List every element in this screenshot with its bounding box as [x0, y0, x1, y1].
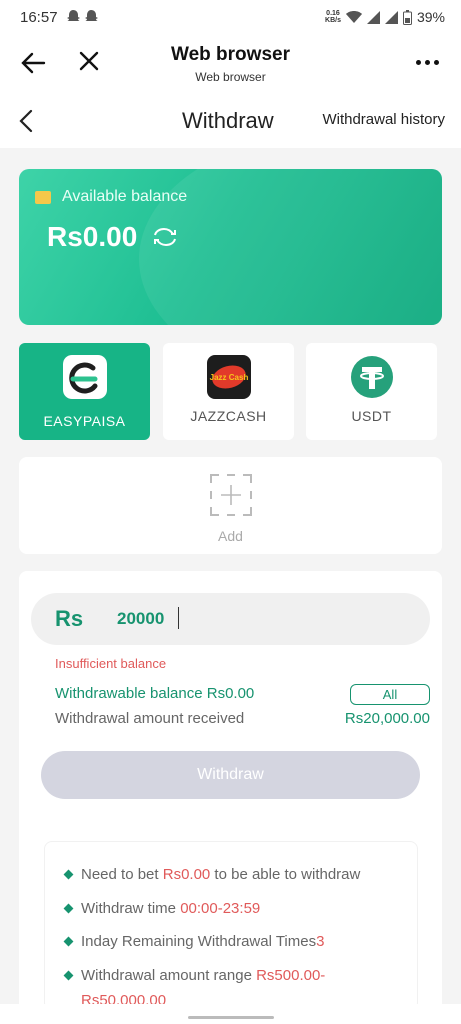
chevron-left-icon[interactable] — [18, 109, 34, 138]
rule-item: Need to bet Rs0.00 to be able to withdra… — [63, 862, 405, 887]
browser-subtitle: Web browser — [195, 70, 266, 84]
text-caret — [178, 607, 179, 629]
rule-item: Inday Remaining Withdrawal Times3 — [63, 929, 405, 954]
balance-label: Available balance — [62, 188, 188, 205]
balance-amount: Rs0.00 — [47, 221, 138, 252]
page-header: Withdraw Withdrawal history — [0, 92, 461, 148]
wallet-icon — [35, 191, 51, 204]
withdraw-form: Rs 20000 Insufficient balance Withdrawab… — [19, 571, 442, 1011]
rule-text: Inday Remaining Withdrawal Times — [81, 933, 317, 950]
status-time: 16:57 — [20, 8, 58, 26]
amount-value[interactable]: 20000 — [117, 609, 164, 629]
all-button[interactable]: All — [350, 684, 430, 705]
more-menu-icon[interactable] — [416, 60, 439, 65]
add-account-box[interactable]: Add — [19, 457, 442, 554]
rule-item: Withdraw time 00:00-23:59 — [63, 896, 405, 921]
method-label: EASYPAISA — [43, 413, 126, 429]
signal-icon — [366, 10, 380, 24]
rule-value: 3 — [316, 933, 325, 950]
status-bar: 16:57 0.16 KB/s 39% — [0, 0, 461, 34]
error-message: Insufficient balance — [55, 656, 167, 671]
jazzcash-logo-icon: Jazz Cash — [207, 355, 251, 399]
svg-text:Jazz Cash: Jazz Cash — [210, 373, 249, 382]
method-usdt[interactable]: USDT — [306, 343, 437, 440]
net-speed-value: 0.16 — [326, 10, 340, 17]
page-title: Withdraw — [182, 108, 274, 133]
net-speed-unit: KB/s — [325, 17, 341, 24]
add-label: Add — [218, 528, 243, 544]
net-speed: 0.16 KB/s — [325, 10, 341, 24]
browser-title: Web browser — [171, 44, 290, 65]
withdrawable-balance: Withdrawable balance Rs0.00 — [55, 685, 255, 702]
browser-toolbar: Web browser Web browser — [0, 34, 461, 92]
balance-card: Available balance Rs0.00 — [19, 169, 442, 325]
method-easypaisa[interactable]: EASYPAISA — [19, 343, 150, 440]
snapchat-icon — [66, 9, 100, 26]
rule-text: Withdraw time — [81, 900, 181, 917]
received-value: Rs20,000.00 — [344, 710, 430, 727]
rule-text: Need to bet — [81, 866, 163, 883]
rule-text: Withdrawal amount range — [81, 967, 257, 984]
gesture-handle[interactable] — [188, 1016, 274, 1019]
withdraw-rules: Need to bet Rs0.00 to be able to withdra… — [44, 841, 418, 1011]
method-label: USDT — [351, 408, 392, 424]
add-plus-icon[interactable] — [209, 473, 253, 517]
signal-2-icon — [384, 10, 398, 24]
method-jazzcash[interactable]: Jazz Cash JAZZCASH — [163, 343, 294, 440]
rule-value: Rs0.00 — [162, 866, 211, 883]
system-nav-bar — [0, 1004, 461, 1024]
battery-icon — [402, 9, 412, 25]
method-label: JAZZCASH — [190, 408, 267, 424]
received-label: Withdrawal amount received — [55, 710, 245, 727]
currency-label: Rs — [55, 606, 84, 631]
refresh-icon[interactable] — [151, 226, 179, 253]
amount-input[interactable]: Rs 20000 — [31, 593, 430, 645]
withdraw-button[interactable]: Withdraw — [41, 751, 420, 799]
rule-value: 00:00-23:59 — [180, 900, 261, 917]
tether-logo-icon — [351, 356, 393, 398]
wifi-icon — [345, 10, 362, 23]
rule-text: to be able to withdraw — [210, 866, 361, 883]
battery-percent: 39% — [416, 9, 445, 25]
withdrawal-history-link[interactable]: Withdrawal history — [322, 111, 445, 128]
easypaisa-logo-icon — [63, 355, 107, 399]
